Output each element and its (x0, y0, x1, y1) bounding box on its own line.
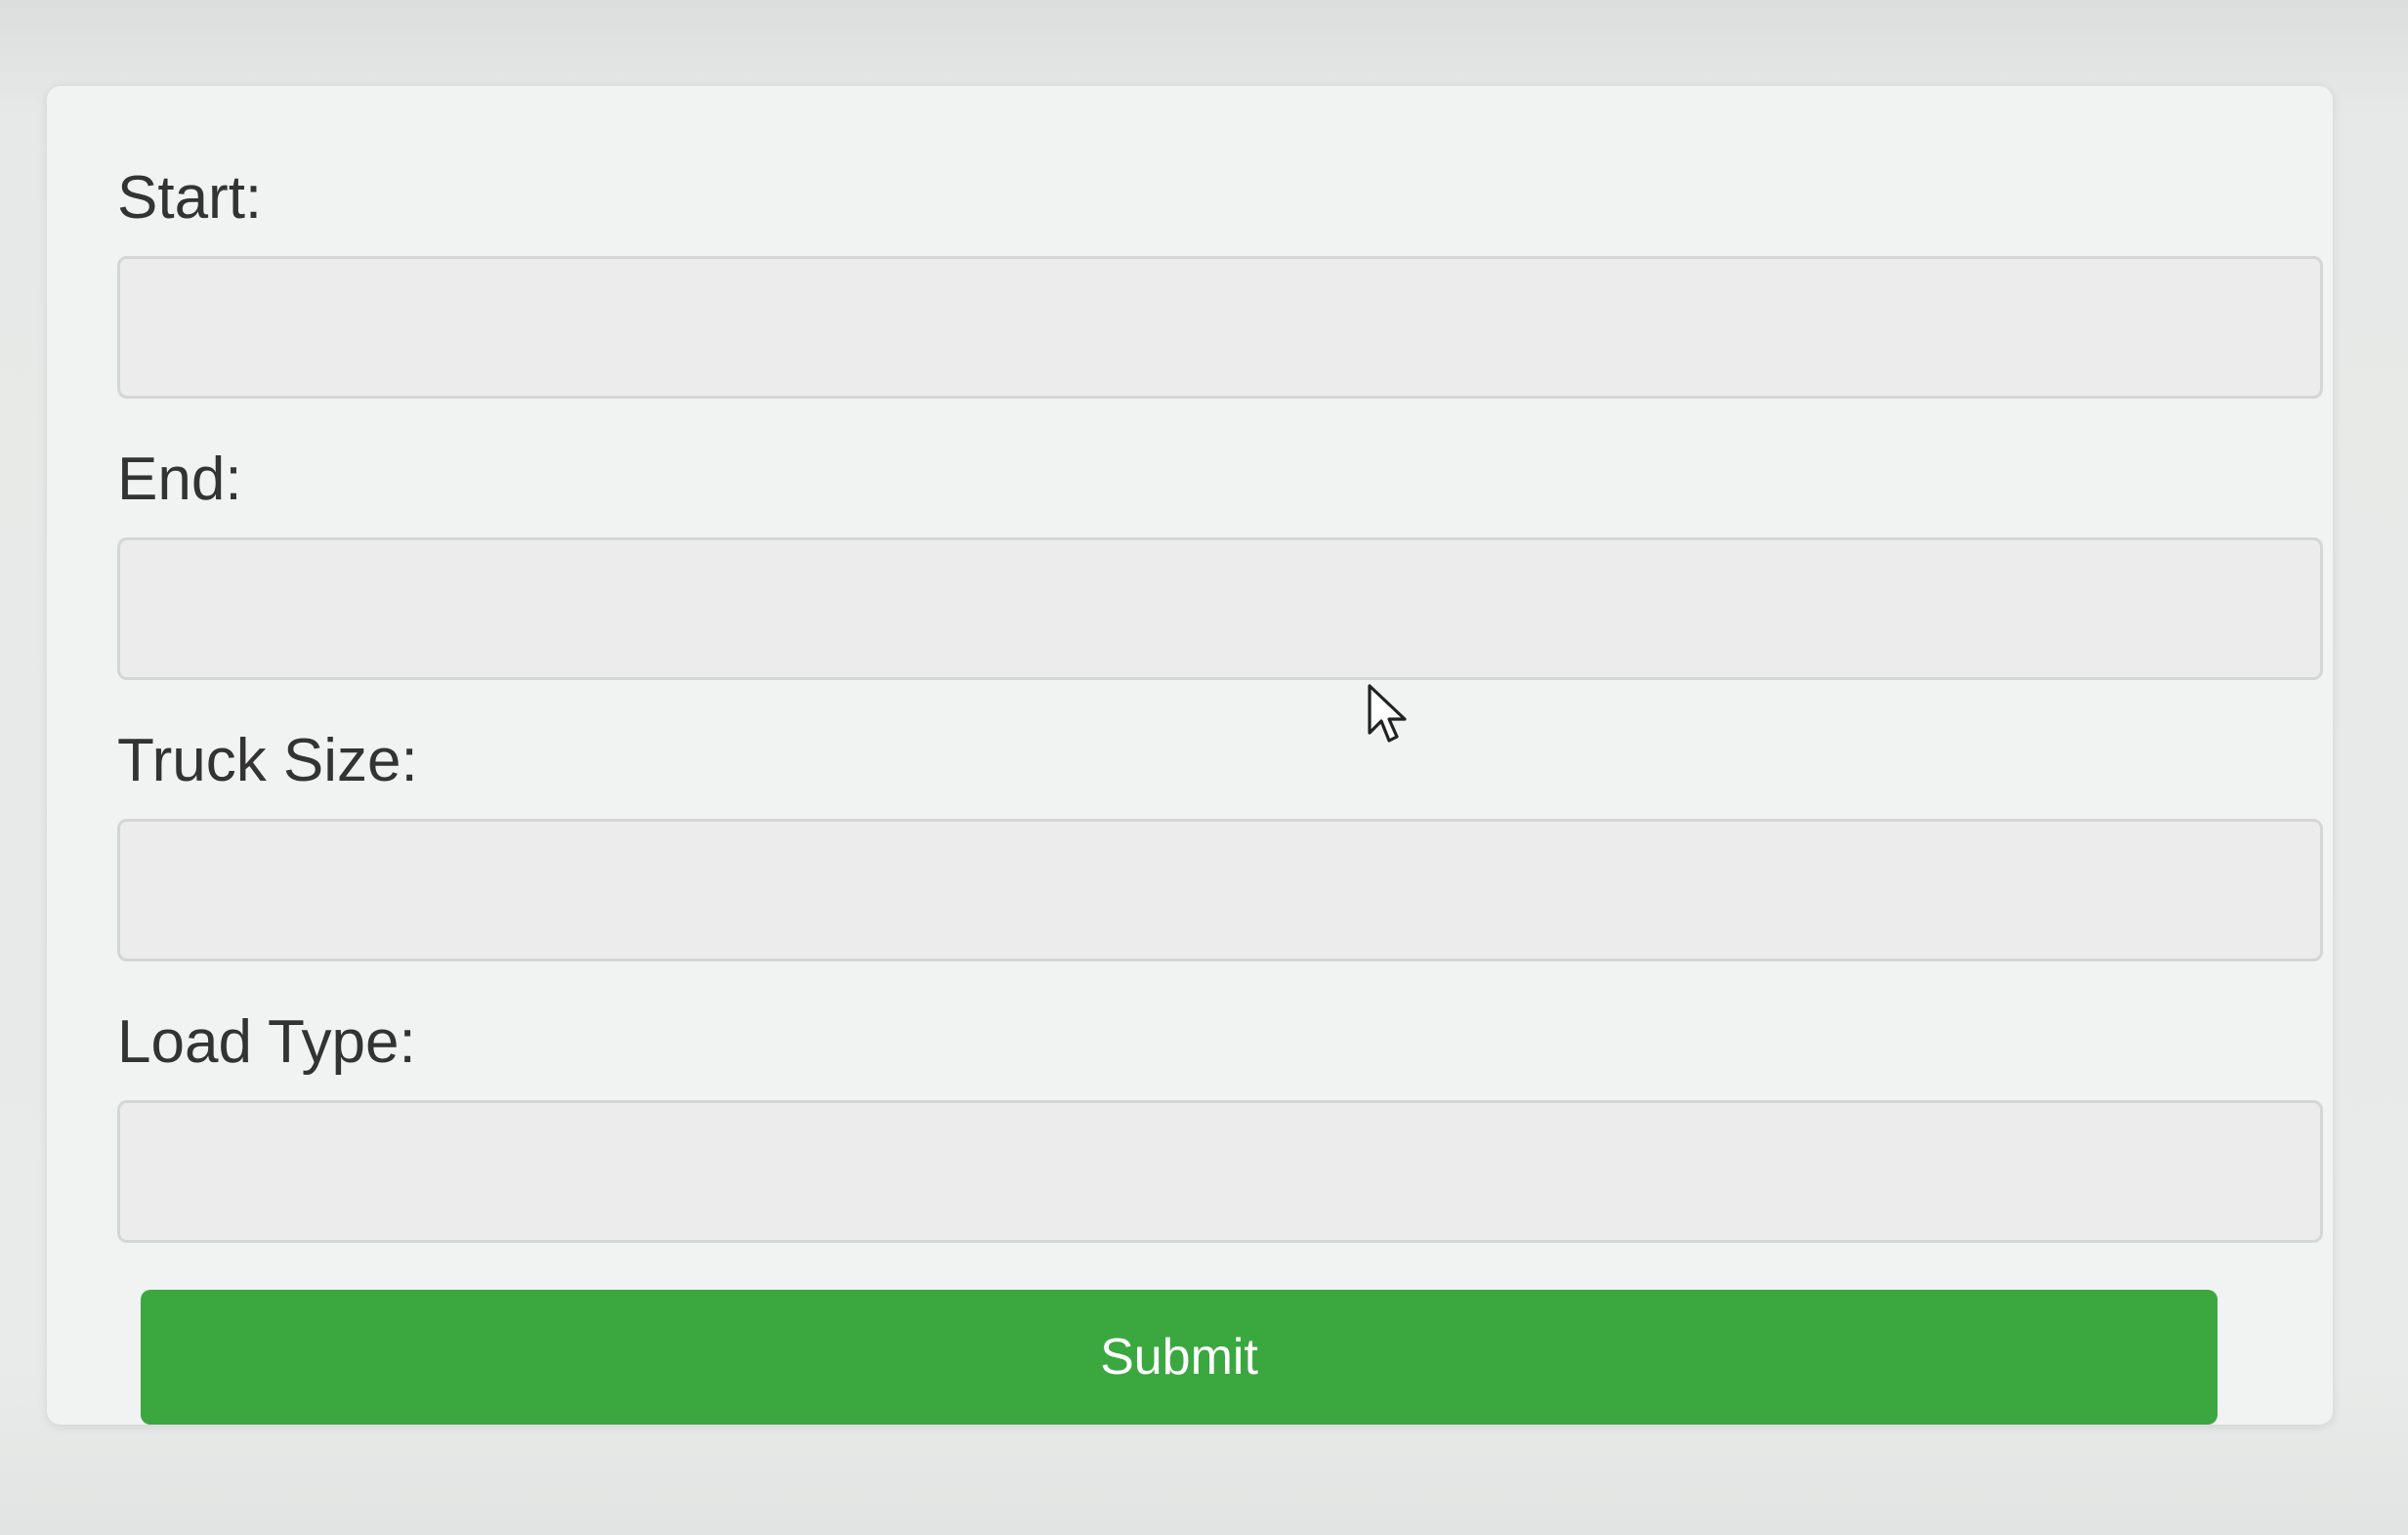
mouse-pointer-icon (1368, 684, 1407, 743)
load-type-label: Load Type: (117, 1008, 416, 1076)
end-input[interactable] (117, 537, 2323, 680)
page: Start: End: Truck Size: Load Type: Submi… (0, 0, 2408, 1535)
start-label: Start: (117, 164, 263, 232)
route-form: Start: End: Truck Size: Load Type: Submi… (117, 164, 2335, 1425)
route-form-card: Start: End: Truck Size: Load Type: Submi… (47, 86, 2333, 1425)
truck-size-input[interactable] (117, 819, 2323, 961)
end-label: End: (117, 446, 242, 513)
start-input[interactable] (117, 256, 2323, 399)
submit-button[interactable]: Submit (141, 1290, 2218, 1425)
load-type-input[interactable] (117, 1100, 2323, 1243)
truck-size-label: Truck Size: (117, 727, 418, 794)
